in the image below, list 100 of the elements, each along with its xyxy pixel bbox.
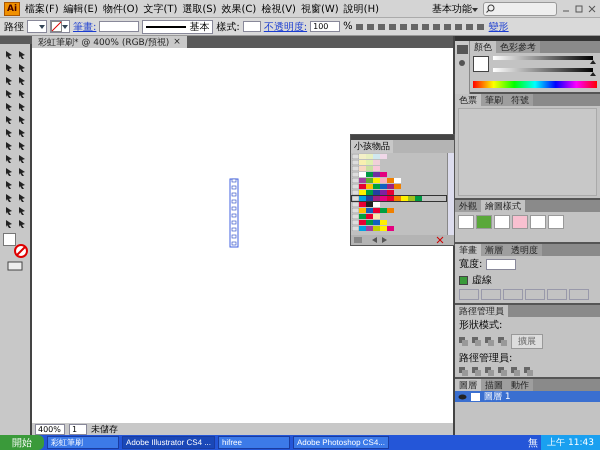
- panel-tab[interactable]: 透明度: [507, 244, 542, 256]
- opacity-field[interactable]: 100: [310, 21, 340, 32]
- taskbar-button[interactable]: Adobe Illustrator CS4 ...: [122, 436, 215, 449]
- panel-tab[interactable]: 筆畫: [455, 244, 481, 256]
- panel-tab[interactable]: 小孩物品: [351, 140, 393, 153]
- panel-tab[interactable]: 色票: [455, 94, 481, 106]
- workspace-dropdown[interactable]: 基本功能: [432, 2, 478, 16]
- color-swatch[interactable]: [373, 172, 380, 177]
- document-tab[interactable]: 彩虹筆刷* @ 400% (RGB/預視) ×: [32, 36, 187, 48]
- panel-tab[interactable]: 顏色: [470, 41, 496, 53]
- panel-tab[interactable]: 圖層: [455, 379, 481, 391]
- color-swatch[interactable]: [387, 208, 394, 213]
- color-swatch[interactable]: [366, 196, 373, 201]
- color-swatch[interactable]: [408, 196, 415, 201]
- panel-tab[interactable]: 色彩參考: [496, 41, 540, 53]
- close-icon[interactable]: [588, 4, 596, 12]
- panel-tab[interactable]: 繪圖樣式: [481, 200, 525, 212]
- selection-arrow-icon[interactable]: [4, 50, 14, 60]
- graphic-style-thumbnail[interactable]: [530, 215, 546, 229]
- color-swatch[interactable]: [359, 220, 366, 225]
- color-swatch[interactable]: [373, 154, 380, 159]
- color-swatch[interactable]: [366, 214, 373, 219]
- menu-item[interactable]: 選取(S): [182, 2, 217, 16]
- color-swatch[interactable]: [366, 202, 373, 207]
- color-swatch[interactable]: [380, 154, 387, 159]
- color-swatch[interactable]: [366, 190, 373, 195]
- color-swatch[interactable]: [366, 184, 373, 189]
- color-swatch[interactable]: [373, 178, 380, 183]
- fill-dropdown[interactable]: [27, 20, 47, 33]
- color-swatch[interactable]: [359, 196, 366, 201]
- color-swatch[interactable]: [366, 220, 373, 225]
- color-swatch[interactable]: [387, 184, 394, 189]
- color-swatch[interactable]: [380, 226, 387, 231]
- menu-item[interactable]: 文字(T): [143, 2, 178, 16]
- color-swatch[interactable]: [373, 184, 380, 189]
- eye-icon[interactable]: [458, 394, 467, 400]
- stroke-dropdown[interactable]: [50, 20, 70, 33]
- panel-tab[interactable]: 動作: [507, 379, 533, 391]
- color-swatch[interactable]: [359, 166, 366, 171]
- dash-field[interactable]: [525, 289, 545, 300]
- direct-select-icon[interactable]: [16, 50, 26, 60]
- graphic-style-thumbnail[interactable]: [548, 215, 564, 229]
- taskbar-button[interactable]: hifree: [218, 436, 290, 449]
- color-swatch[interactable]: [359, 214, 366, 219]
- color-swatch[interactable]: [359, 190, 366, 195]
- color-swatch[interactable]: [359, 202, 366, 207]
- color-swatch[interactable]: [380, 172, 387, 177]
- color-swatch[interactable]: [373, 160, 380, 165]
- color-swatch[interactable]: [394, 184, 401, 189]
- search-field[interactable]: [483, 2, 557, 16]
- menu-item[interactable]: 檔案(F): [25, 2, 59, 16]
- color-swatch[interactable]: [373, 226, 380, 231]
- color-swatch[interactable]: [359, 184, 366, 189]
- color-swatch[interactable]: [401, 196, 408, 201]
- graphic-style-thumbnail[interactable]: [458, 215, 474, 229]
- panel-tab[interactable]: 筆刷: [481, 94, 507, 106]
- color-swatch[interactable]: [366, 226, 373, 231]
- panel-tab[interactable]: 符號: [507, 94, 533, 106]
- color-swatch[interactable]: [366, 160, 373, 165]
- swatch-grid[interactable]: [458, 108, 597, 196]
- layer-row[interactable]: 圖層 1: [455, 391, 600, 402]
- stroke-weight-field[interactable]: [99, 21, 140, 32]
- expand-button[interactable]: 擴展: [511, 334, 543, 349]
- menu-item[interactable]: 說明(H): [344, 2, 379, 16]
- brush-dropdown[interactable]: 基本: [142, 20, 214, 34]
- panel-tab[interactable]: 路徑管理員: [455, 305, 508, 317]
- color-swatch[interactable]: [359, 208, 366, 213]
- style-dropdown[interactable]: [242, 21, 261, 32]
- color-swatch[interactable]: [359, 160, 366, 165]
- graphic-style-thumbnail[interactable]: [476, 215, 492, 229]
- color-swatch[interactable]: [387, 190, 394, 195]
- scrollbar[interactable]: [447, 153, 454, 235]
- opacity-link[interactable]: 不透明度:: [264, 20, 308, 34]
- color-swatch[interactable]: [380, 208, 387, 213]
- taskbar-button[interactable]: 彩虹筆刷: [47, 436, 119, 449]
- dashed-checkbox[interactable]: [459, 276, 468, 284]
- stroke-link[interactable]: 筆畫:: [73, 20, 96, 34]
- menu-item[interactable]: 物件(O): [102, 2, 138, 16]
- dash-field[interactable]: [569, 289, 589, 300]
- zoom-field[interactable]: 400%: [35, 424, 65, 434]
- color-swatch[interactable]: [380, 220, 387, 225]
- color-swatch[interactable]: [394, 178, 401, 183]
- slider-thumb[interactable]: [590, 60, 596, 64]
- panel-tab[interactable]: 漸層: [481, 244, 507, 256]
- maximize-icon[interactable]: [575, 4, 583, 12]
- color-swatch[interactable]: [373, 166, 380, 171]
- swatch-group[interactable]: [352, 196, 446, 201]
- color-swatch[interactable]: [387, 196, 394, 201]
- color-swatch[interactable]: [359, 178, 366, 183]
- color-swatch[interactable]: [359, 226, 366, 231]
- panel-tab[interactable]: 描圖: [481, 379, 507, 391]
- color-swatch[interactable]: [359, 172, 366, 177]
- color-swatch[interactable]: [394, 196, 401, 201]
- taskbar-button[interactable]: Adobe Photoshop CS4...: [292, 436, 389, 449]
- color-swatch[interactable]: [373, 208, 380, 213]
- selected-path[interactable]: [229, 178, 239, 248]
- page-field[interactable]: 1: [69, 424, 87, 434]
- color-swatch[interactable]: [380, 184, 387, 189]
- screen-mode-icon[interactable]: [7, 261, 23, 271]
- menu-item[interactable]: 編輯(E): [64, 2, 98, 16]
